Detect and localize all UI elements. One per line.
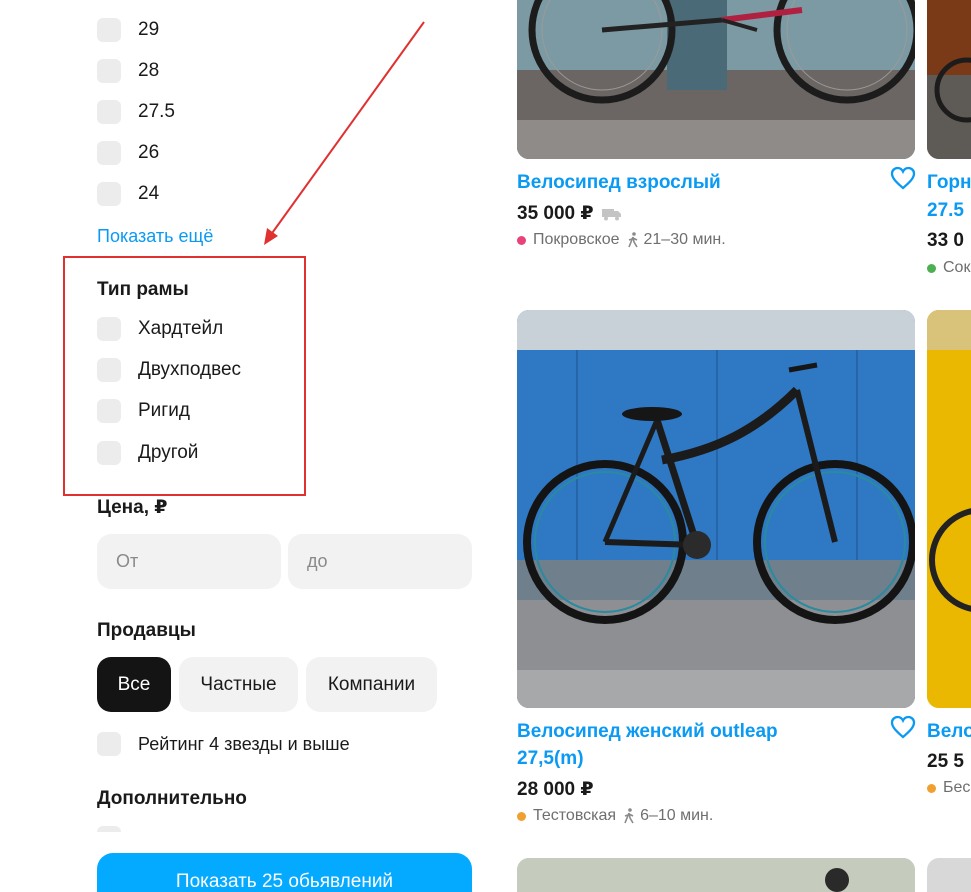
seller-private-button[interactable]: Частные bbox=[179, 657, 298, 712]
seller-companies-button[interactable]: Компании bbox=[306, 657, 437, 712]
checkbox[interactable] bbox=[97, 732, 121, 756]
listing-price: 28 000 ₽ bbox=[517, 779, 594, 800]
checkbox[interactable] bbox=[97, 182, 121, 206]
listing-title-line2[interactable]: 27,5(m) bbox=[517, 746, 584, 772]
delivery-truck-icon bbox=[601, 208, 621, 220]
listing-location: Сок bbox=[927, 259, 970, 277]
walk-time: 21–30 мин. bbox=[643, 231, 726, 248]
checkbox[interactable] bbox=[97, 59, 121, 83]
option-label: 28 bbox=[138, 60, 160, 81]
show-more-link[interactable]: Показать ещё bbox=[97, 226, 213, 247]
show-results-button[interactable]: Показать 25 обьявлений bbox=[97, 853, 472, 892]
option-label: 27.5 bbox=[138, 101, 175, 122]
listing-photo[interactable] bbox=[927, 858, 971, 892]
listing-photo[interactable] bbox=[517, 858, 915, 892]
seller-all-button[interactable]: Все bbox=[97, 657, 171, 712]
price-title: Цена, ₽ bbox=[97, 497, 168, 518]
station-name: Сок bbox=[943, 259, 971, 276]
listing-price: 33 0 bbox=[927, 230, 964, 251]
listing-location: Бес bbox=[927, 779, 970, 797]
rating-label: Рейтинг 4 звезды и выше bbox=[138, 733, 350, 754]
listing-location: Тестовская 6–10 мин. bbox=[517, 807, 713, 825]
sellers-title: Продавцы bbox=[97, 620, 196, 641]
listing-price: 25 5 bbox=[927, 751, 964, 772]
listing-photo[interactable] bbox=[517, 0, 915, 159]
metro-line-dot bbox=[517, 811, 526, 821]
wheel-size-option[interactable]: 29 bbox=[97, 17, 159, 43]
checkbox[interactable] bbox=[97, 18, 121, 42]
walking-person-icon bbox=[627, 232, 638, 248]
listing-title[interactable]: Вело bbox=[927, 719, 971, 745]
listing-location: Покровское 21–30 мин. bbox=[517, 231, 726, 249]
price-to-input[interactable] bbox=[288, 534, 472, 589]
option-label: 29 bbox=[138, 19, 160, 40]
station-name: Покровское bbox=[533, 231, 620, 248]
listing-photo[interactable] bbox=[927, 0, 971, 159]
listing-title[interactable]: Велосипед женский outleap bbox=[517, 719, 778, 745]
price-from-input[interactable] bbox=[97, 534, 281, 589]
filters-sidebar: 29 28 27.5 26 24 Показать ещё Тип рамы Х… bbox=[0, 0, 490, 892]
listing-price: 35 000 ₽ bbox=[517, 202, 623, 225]
wheel-size-option[interactable]: 24 bbox=[97, 181, 159, 207]
annotation-highlight-box bbox=[63, 256, 306, 496]
option-label: 24 bbox=[138, 183, 160, 204]
listing-photo[interactable] bbox=[927, 310, 971, 708]
station-name: Тестовская bbox=[533, 807, 617, 824]
price-value: 35 000 ₽ bbox=[517, 203, 594, 224]
listing-title[interactable]: Горн bbox=[927, 170, 971, 196]
listing-title[interactable]: Велосипед взрослый bbox=[517, 170, 721, 196]
wheel-size-option[interactable]: 28 bbox=[97, 58, 159, 84]
rating-filter[interactable]: Рейтинг 4 звезды и выше bbox=[97, 731, 350, 757]
listing-photo[interactable] bbox=[517, 310, 915, 708]
extra-title: Дополнительно bbox=[97, 788, 247, 809]
wheel-size-option[interactable]: 27.5 bbox=[97, 99, 175, 125]
favorite-heart-icon[interactable] bbox=[890, 715, 916, 739]
walk-time: 6–10 мин. bbox=[640, 807, 714, 824]
option-label: 26 bbox=[138, 142, 160, 163]
checkbox[interactable] bbox=[97, 100, 121, 124]
metro-line-dot bbox=[927, 783, 936, 793]
walking-person-icon bbox=[624, 808, 634, 824]
favorite-heart-icon[interactable] bbox=[890, 166, 916, 190]
checkbox[interactable] bbox=[97, 141, 121, 165]
checkbox[interactable] bbox=[97, 826, 121, 832]
metro-line-dot bbox=[927, 263, 936, 273]
listing-title-line2[interactable]: 27.5 bbox=[927, 198, 964, 224]
metro-line-dot bbox=[517, 235, 526, 245]
station-name: Бес bbox=[943, 779, 971, 796]
wheel-size-option[interactable]: 26 bbox=[97, 140, 159, 166]
